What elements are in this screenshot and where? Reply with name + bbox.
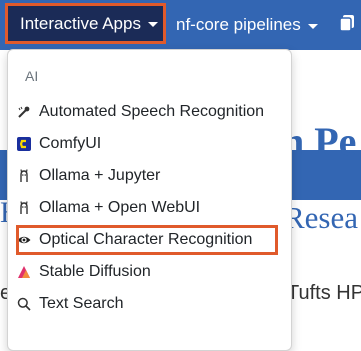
menu-item-stable-diffusion[interactable]: Stable Diffusion	[17, 258, 289, 285]
files-icon[interactable]	[339, 14, 355, 37]
menu-item-label: ComfyUI	[39, 134, 102, 152]
stable-diffusion-icon	[17, 265, 31, 279]
interactive-apps-label: Interactive Apps	[20, 13, 141, 33]
caret-down-icon	[307, 23, 318, 29]
dropdown-section-header: AI	[25, 68, 39, 84]
comfyui-icon	[17, 136, 31, 151]
ollama-icon	[17, 200, 31, 215]
menu-item-label: Automated Speech Recognition	[39, 102, 265, 120]
page-body-text: Tufts HPC	[287, 282, 361, 304]
hero-title: h Pe	[282, 119, 357, 164]
highlight-annotation	[16, 225, 278, 255]
menu-item-ollama-open-webui[interactable]: Ollama + Open WebUI	[17, 194, 289, 221]
menu-item-label: Stable Diffusion	[39, 262, 151, 280]
caret-down-icon	[147, 22, 158, 27]
nfcore-pipelines-label: nf-core pipelines	[176, 15, 301, 34]
interactive-apps-dropdown: AI Automated Speech Recognition ComfyUI	[7, 49, 292, 351]
menu-item-label: Ollama + Open WebUI	[39, 198, 201, 216]
menu-item-label: Text Search	[39, 294, 124, 312]
hero-subtitle: Resea	[284, 200, 359, 235]
menu-item-comfyui[interactable]: ComfyUI	[17, 130, 289, 157]
menu-item-label: Ollama + Jupyter	[39, 166, 161, 184]
interactive-apps-menu[interactable]: Interactive Apps	[5, 3, 166, 44]
top-navbar: Interactive Apps nf-core pipelines	[0, 0, 361, 50]
ollama-icon	[17, 168, 31, 183]
speech-recognition-icon	[17, 105, 31, 119]
menu-item-ollama-jupyter[interactable]: Ollama + Jupyter	[17, 162, 289, 189]
search-icon	[17, 297, 31, 311]
nfcore-pipelines-menu[interactable]: nf-core pipelines	[176, 0, 318, 50]
menu-item-automated-speech-recognition[interactable]: Automated Speech Recognition	[17, 98, 289, 125]
menu-item-text-search[interactable]: Text Search	[17, 290, 289, 317]
